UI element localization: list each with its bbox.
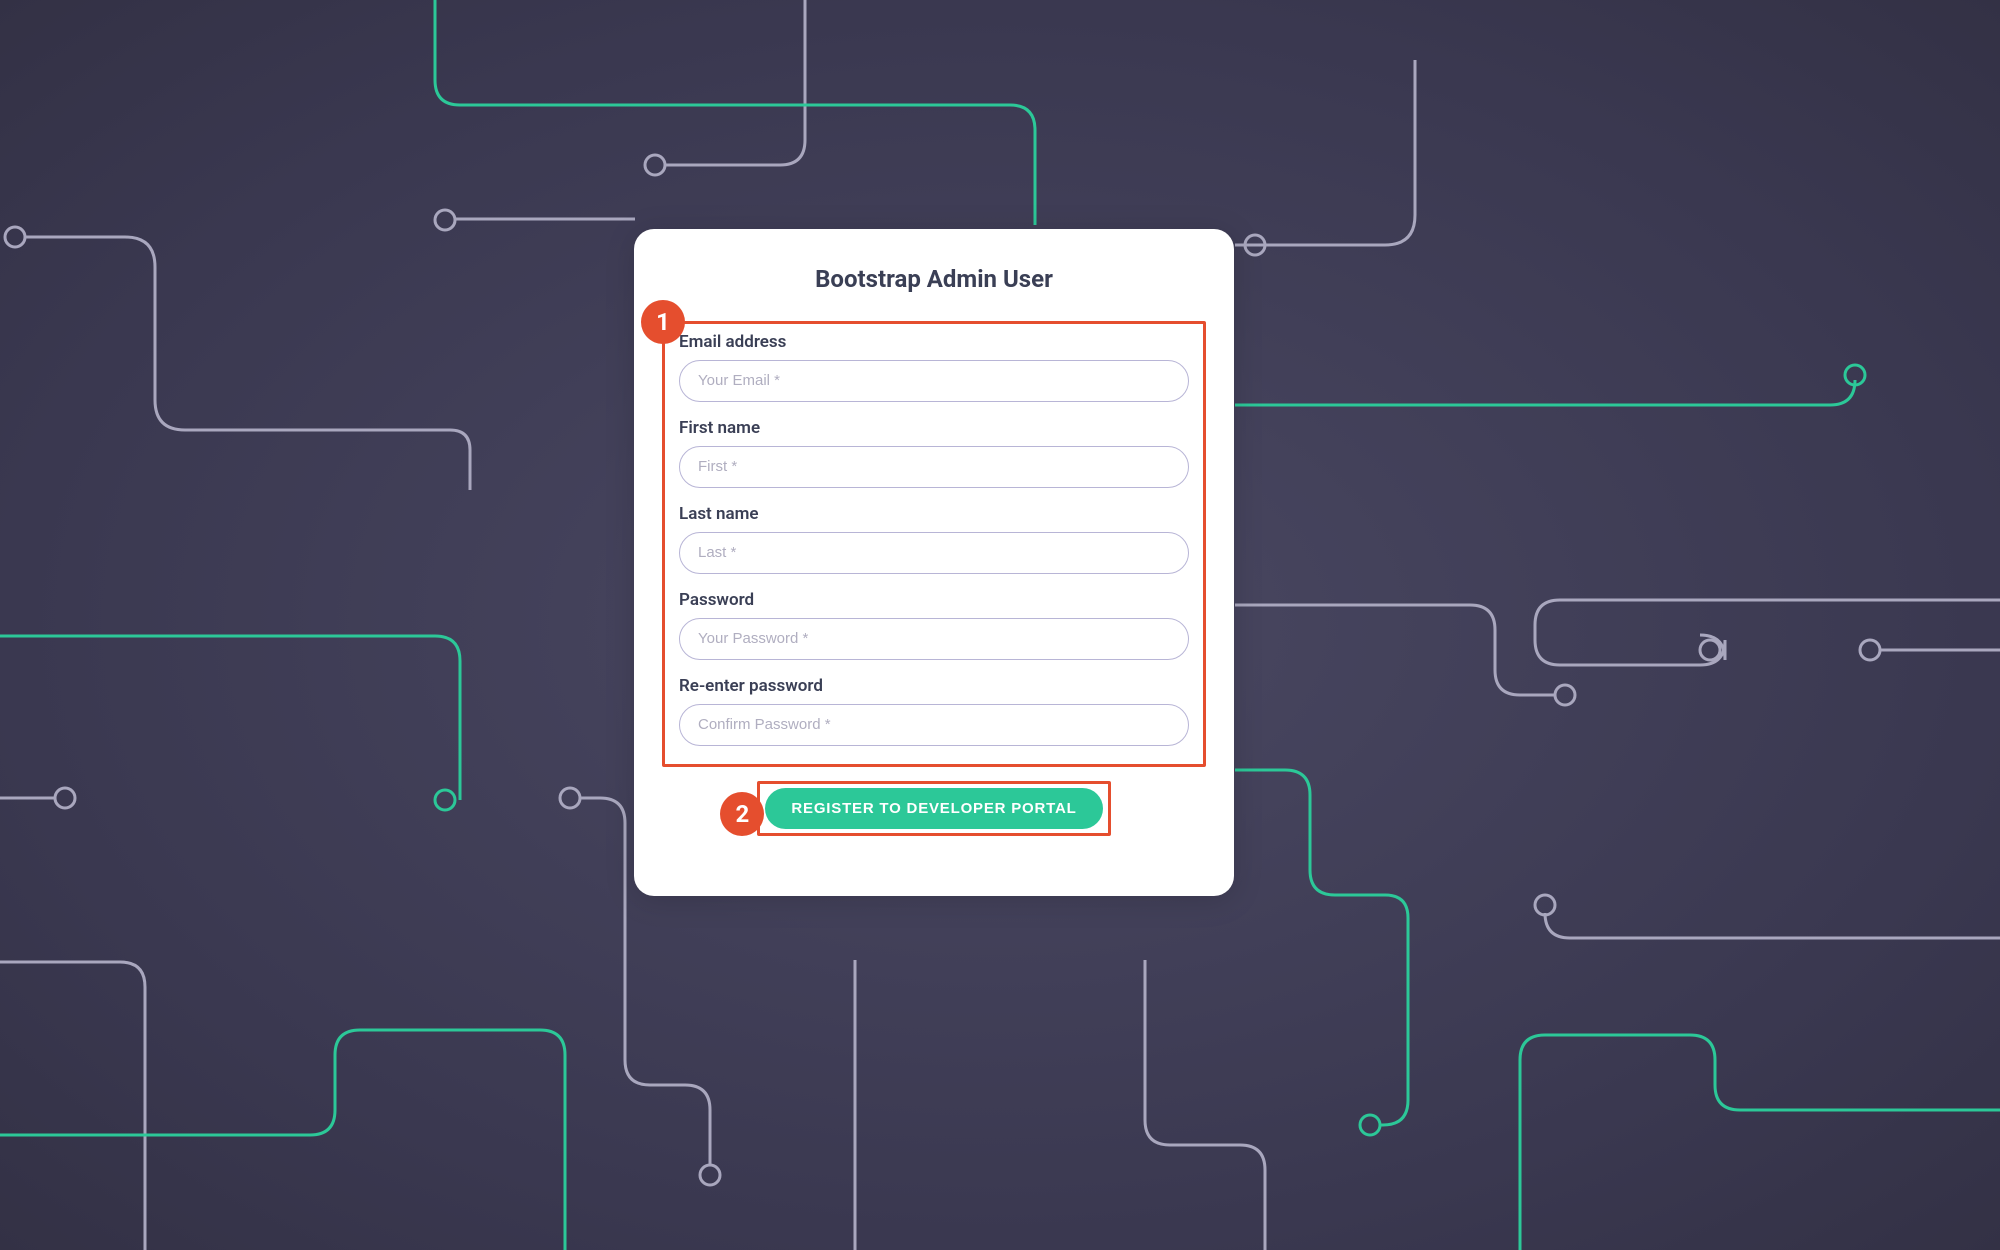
email-field[interactable]	[679, 360, 1189, 402]
registration-card: Bootstrap Admin User 1 Email address Fir…	[634, 229, 1234, 896]
last-name-group: Last name	[679, 504, 1189, 574]
card-title: Bootstrap Admin User	[662, 265, 1206, 293]
button-callout-box: 2 REGISTER TO DEVELOPER PORTAL	[757, 781, 1110, 836]
first-name-group: First name	[679, 418, 1189, 488]
confirm-password-group: Re-enter password	[679, 676, 1189, 746]
button-area: 2 REGISTER TO DEVELOPER PORTAL	[662, 781, 1206, 836]
password-group: Password	[679, 590, 1189, 660]
last-name-label: Last name	[679, 504, 1189, 524]
form-fields-callout-box: 1 Email address First name Last name Pas…	[662, 321, 1206, 767]
last-name-field[interactable]	[679, 532, 1189, 574]
password-field[interactable]	[679, 618, 1189, 660]
first-name-label: First name	[679, 418, 1189, 438]
email-group: Email address	[679, 332, 1189, 402]
confirm-password-label: Re-enter password	[679, 676, 1189, 696]
register-button[interactable]: REGISTER TO DEVELOPER PORTAL	[765, 788, 1102, 829]
first-name-field[interactable]	[679, 446, 1189, 488]
step-badge-2: 2	[720, 792, 764, 836]
step-badge-1: 1	[641, 300, 685, 344]
password-label: Password	[679, 590, 1189, 610]
confirm-password-field[interactable]	[679, 704, 1189, 746]
email-label: Email address	[679, 332, 1189, 352]
